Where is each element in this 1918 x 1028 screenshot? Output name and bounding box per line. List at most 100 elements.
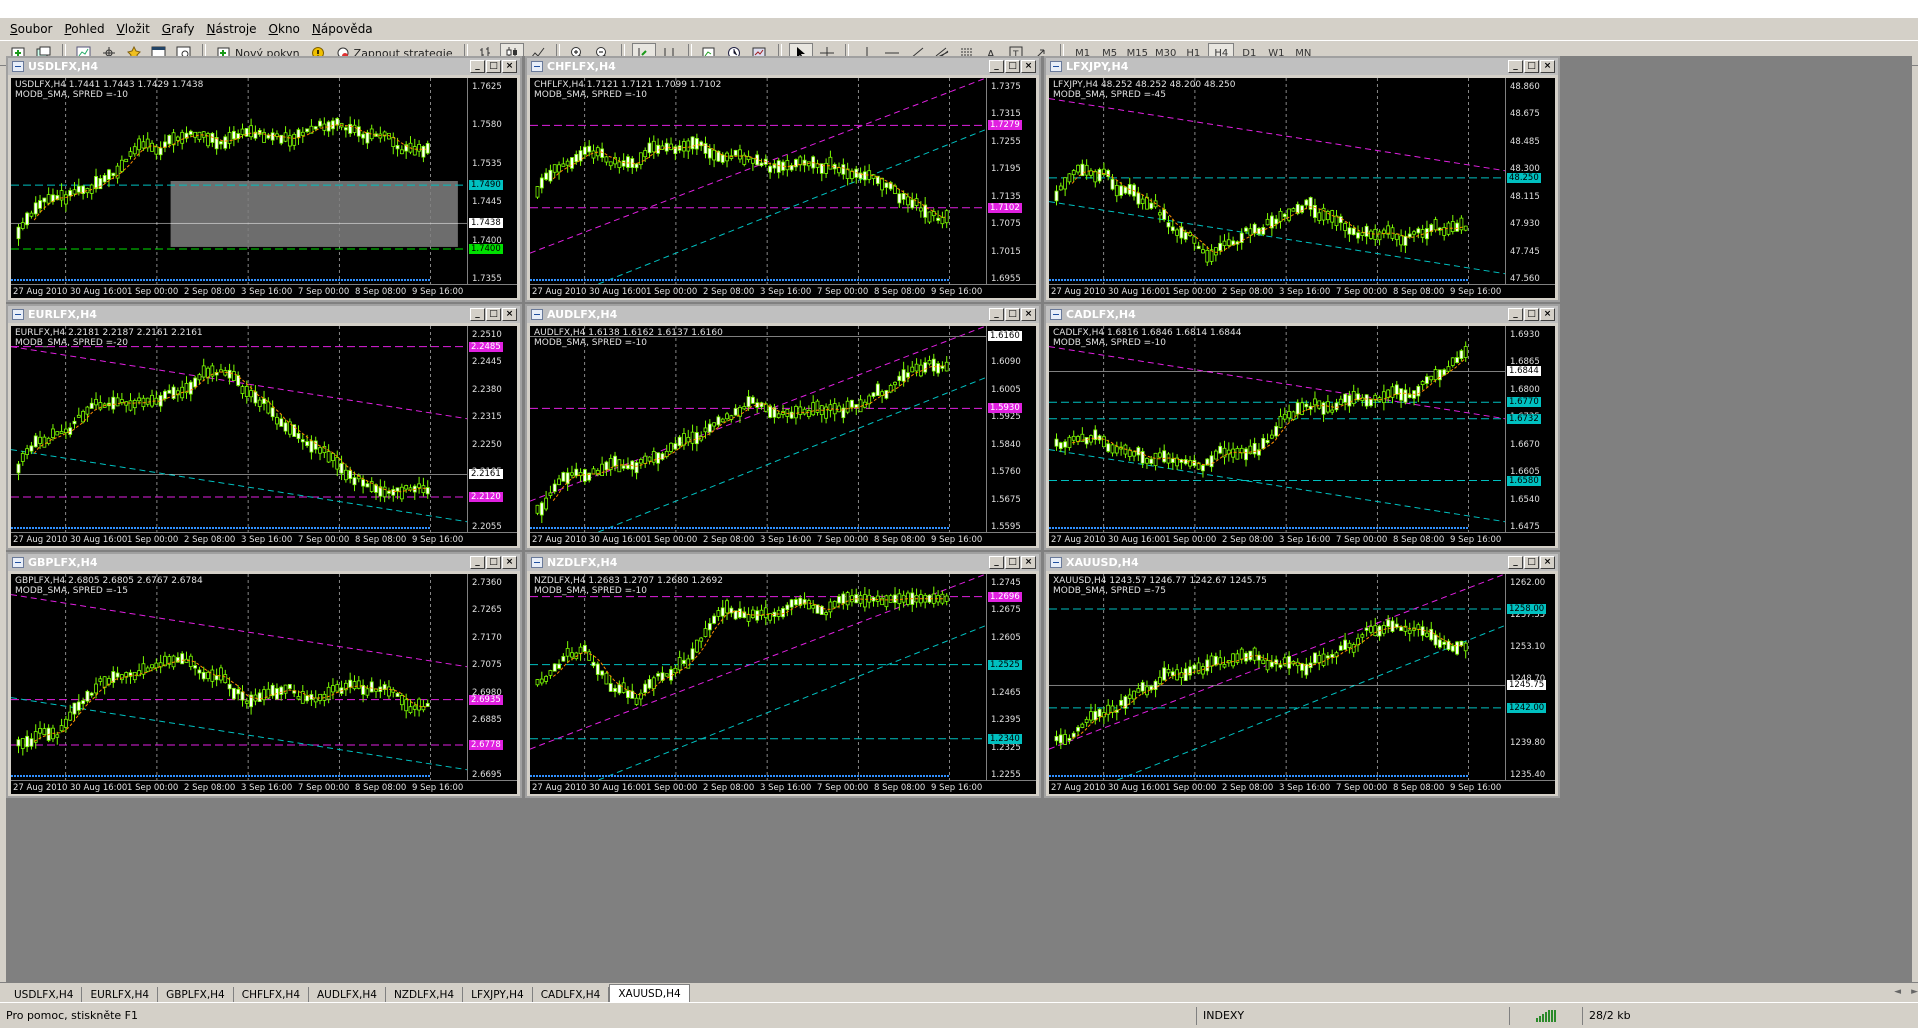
- candlestick-plot[interactable]: [11, 326, 467, 532]
- close-icon[interactable]: ×: [1540, 60, 1555, 73]
- tab-chart[interactable]: LFXJPY,H4: [463, 987, 533, 1003]
- menu-insert[interactable]: Vložit: [111, 22, 156, 36]
- menu-tools[interactable]: Nástroje: [201, 22, 263, 36]
- chart-window-titlebar[interactable]: NZDLFX,H4 _ □ ×: [527, 554, 1039, 571]
- minimize-icon[interactable]: _: [470, 60, 485, 73]
- price-axis[interactable]: 1.69301.68651.68001.67351.66701.66051.65…: [1505, 326, 1555, 532]
- price-chart[interactable]: GBPLFX,H4 2.6805 2.6805 2.6767 2.6784 MOD…: [11, 574, 517, 794]
- price-axis[interactable]: 1.6160 1.6090 1.6005 1.5925 1.5840 1.5760 1.56…: [986, 326, 1036, 532]
- close-icon[interactable]: ×: [502, 60, 517, 73]
- menu-file[interactable]: Soubor: [4, 22, 58, 36]
- chart-window[interactable]: AUDLFX,H4 _ □ × AUDLFX,H4 1.6138 1.6162 1.61…: [525, 304, 1041, 550]
- price-chart[interactable]: AUDLFX,H4 1.6138 1.6162 1.6137 1.6160 MOD…: [530, 326, 1036, 546]
- close-icon[interactable]: ×: [1540, 308, 1555, 321]
- time-axis[interactable]: 27 Aug 2010 30 Aug 16:00 1 Sep 00:00 2 Sep …: [11, 532, 517, 546]
- tab-chart[interactable]: XAUUSD,H4: [609, 984, 690, 1003]
- tab-chart[interactable]: NZDLFX,H4: [386, 987, 464, 1003]
- maximize-icon[interactable]: □: [486, 60, 501, 73]
- chart-window[interactable]: EURLFX,H4 _ □ × EURLFX,H4 2.2181 2.2187 2.21…: [6, 304, 522, 550]
- maximize-icon[interactable]: □: [1005, 308, 1020, 321]
- chart-window-titlebar[interactable]: LFXJPY,H4 _ □ ×: [1046, 58, 1558, 75]
- time-axis[interactable]: 27 Aug 2010 30 Aug 16:00 1 Sep 00:00 2 Sep …: [1049, 532, 1555, 546]
- candlestick-plot[interactable]: [11, 78, 467, 284]
- tab-chart[interactable]: CHFLFX,H4: [234, 987, 309, 1003]
- chart-window[interactable]: LFXJPY,H4 _ □ × LFXJPY,H4 48.252 48.252 48.2…: [1044, 56, 1560, 302]
- tab-chart[interactable]: CADLFX,H4: [533, 987, 610, 1003]
- tab-chart[interactable]: AUDLFX,H4: [309, 987, 386, 1003]
- chart-window-titlebar[interactable]: XAUUSD,H4 _ □ ×: [1046, 554, 1558, 571]
- candlestick-plot[interactable]: [1049, 78, 1505, 284]
- time-axis[interactable]: 27 Aug 2010 30 Aug 16:00 1 Sep 00:00 2 Sep …: [530, 780, 1036, 794]
- price-chart[interactable]: XAUUSD,H4 1243.57 1246.77 1242.67 1245.7…: [1049, 574, 1555, 794]
- price-axis[interactable]: 1262.001257.551253.101248.701244.301239.…: [1505, 574, 1555, 780]
- minimize-icon[interactable]: _: [470, 556, 485, 569]
- time-axis[interactable]: 27 Aug 2010 30 Aug 16:00 1 Sep 00:00 2 Sep …: [530, 284, 1036, 298]
- time-axis[interactable]: 27 Aug 2010 30 Aug 16:00 1 Sep 00:00 2 Sep …: [1049, 284, 1555, 298]
- minimize-icon[interactable]: _: [1508, 556, 1523, 569]
- maximize-icon[interactable]: □: [1524, 308, 1539, 321]
- chart-window-titlebar[interactable]: CADLFX,H4 _ □ ×: [1046, 306, 1558, 323]
- time-axis[interactable]: 27 Aug 2010 30 Aug 16:00 1 Sep 00:00 2 Sep …: [530, 532, 1036, 546]
- close-icon[interactable]: ×: [1021, 308, 1036, 321]
- maximize-icon[interactable]: □: [1524, 60, 1539, 73]
- chart-window-titlebar[interactable]: CHFLFX,H4 _ □ ×: [527, 58, 1039, 75]
- connection-status-icon[interactable]: [1509, 1006, 1582, 1025]
- status-profile[interactable]: INDEXY: [1196, 1006, 1509, 1025]
- chart-window-titlebar[interactable]: GBPLFX,H4 _ □ ×: [8, 554, 520, 571]
- chart-window-titlebar[interactable]: USDLFX,H4 _ □ ×: [8, 58, 520, 75]
- close-icon[interactable]: ×: [1540, 556, 1555, 569]
- maximize-icon[interactable]: □: [1005, 556, 1020, 569]
- maximize-icon[interactable]: □: [486, 308, 501, 321]
- price-axis[interactable]: 1.7625 1.7580 1.7535 1.7445 1.7400 1.7355 1.74…: [467, 78, 517, 284]
- price-chart[interactable]: LFXJPY,H4 48.252 48.252 48.200 48.250 MOD…: [1049, 78, 1555, 298]
- tab-left-arrow-icon[interactable]: ◄: [1894, 987, 1901, 997]
- price-chart[interactable]: CHFLFX,H4 1.7121 1.7121 1.7099 1.7102 MOD…: [530, 78, 1036, 298]
- time-axis[interactable]: 27 Aug 2010 30 Aug 16:00 1 Sep 00:00 2 Sep …: [11, 780, 517, 794]
- chart-window[interactable]: GBPLFX,H4 _ □ × GBPLFX,H4 2.6805 2.6805 2.67…: [6, 552, 522, 798]
- price-chart[interactable]: USDLFX,H4 1.7441 1.7443 1.7429 1.7438 MOD…: [11, 78, 517, 298]
- candlestick-plot[interactable]: [1049, 574, 1505, 780]
- menu-charts[interactable]: Grafy: [156, 22, 201, 36]
- price-chart[interactable]: CADLFX,H4 1.6816 1.6846 1.6814 1.6844 MOD…: [1049, 326, 1555, 546]
- candlestick-plot[interactable]: [530, 78, 986, 284]
- candlestick-plot[interactable]: [530, 574, 986, 780]
- maximize-icon[interactable]: □: [1524, 556, 1539, 569]
- menu-view[interactable]: Pohled: [58, 22, 110, 36]
- price-chart[interactable]: NZDLFX,H4 1.2683 1.2707 1.2680 1.2692 MOD…: [530, 574, 1036, 794]
- price-axis[interactable]: 1.27451.26751.26051.25351.24651.23951.23…: [986, 574, 1036, 780]
- maximize-icon[interactable]: □: [1005, 60, 1020, 73]
- close-icon[interactable]: ×: [502, 308, 517, 321]
- chart-window-titlebar[interactable]: AUDLFX,H4 _ □ ×: [527, 306, 1039, 323]
- minimize-icon[interactable]: _: [1508, 308, 1523, 321]
- close-icon[interactable]: ×: [1021, 60, 1036, 73]
- price-axis[interactable]: 1.7375 1.7315 1.7255 1.7195 1.7135 1.7075 1.70…: [986, 78, 1036, 284]
- close-icon[interactable]: ×: [1021, 556, 1036, 569]
- price-axis[interactable]: 2.73602.72652.71702.70752.69802.68852.67…: [467, 574, 517, 780]
- candlestick-plot[interactable]: [11, 574, 467, 780]
- chart-window[interactable]: CHFLFX,H4 _ □ × CHFLFX,H4 1.7121 1.7121 1.70…: [525, 56, 1041, 302]
- price-axis[interactable]: 2.25102.24452.23802.23152.22502.21852.21…: [467, 326, 517, 532]
- price-chart[interactable]: EURLFX,H4 2.2181 2.2187 2.2161 2.2161 MOD…: [11, 326, 517, 546]
- chart-window[interactable]: CADLFX,H4 _ □ × CADLFX,H4 1.6816 1.6846 1.68…: [1044, 304, 1560, 550]
- time-axis[interactable]: 27 Aug 2010 30 Aug 16:00 1 Sep 00:00 2 Sep …: [11, 284, 517, 298]
- minimize-icon[interactable]: _: [1508, 60, 1523, 73]
- tab-right-arrow-icon[interactable]: ►: [1911, 987, 1918, 997]
- price-axis[interactable]: 48.860 48.675 48.485 48.300 48.115 47.930 47.7…: [1505, 78, 1555, 284]
- tab-chart[interactable]: EURLFX,H4: [82, 987, 159, 1003]
- minimize-icon[interactable]: _: [989, 556, 1004, 569]
- candlestick-plot[interactable]: [1049, 326, 1505, 532]
- candlestick-plot[interactable]: [530, 326, 986, 532]
- tab-scroll-arrows[interactable]: ◄ ►: [1894, 987, 1918, 997]
- chart-window-titlebar[interactable]: EURLFX,H4 _ □ ×: [8, 306, 520, 323]
- minimize-icon[interactable]: _: [989, 60, 1004, 73]
- tab-chart[interactable]: GBPLFX,H4: [158, 987, 234, 1003]
- menu-window[interactable]: Okno: [263, 22, 306, 36]
- time-axis[interactable]: 27 Aug 2010 30 Aug 16:00 1 Sep 00:00 2 Sep …: [1049, 780, 1555, 794]
- maximize-icon[interactable]: □: [486, 556, 501, 569]
- menu-help[interactable]: Nápověda: [306, 22, 379, 36]
- close-icon[interactable]: ×: [502, 556, 517, 569]
- chart-window[interactable]: XAUUSD,H4 _ □ × XAUUSD,H4 1243.57 1246.77 12…: [1044, 552, 1560, 798]
- minimize-icon[interactable]: _: [470, 308, 485, 321]
- minimize-icon[interactable]: _: [989, 308, 1004, 321]
- chart-window[interactable]: NZDLFX,H4 _ □ × NZDLFX,H4 1.2683 1.2707 1.26…: [525, 552, 1041, 798]
